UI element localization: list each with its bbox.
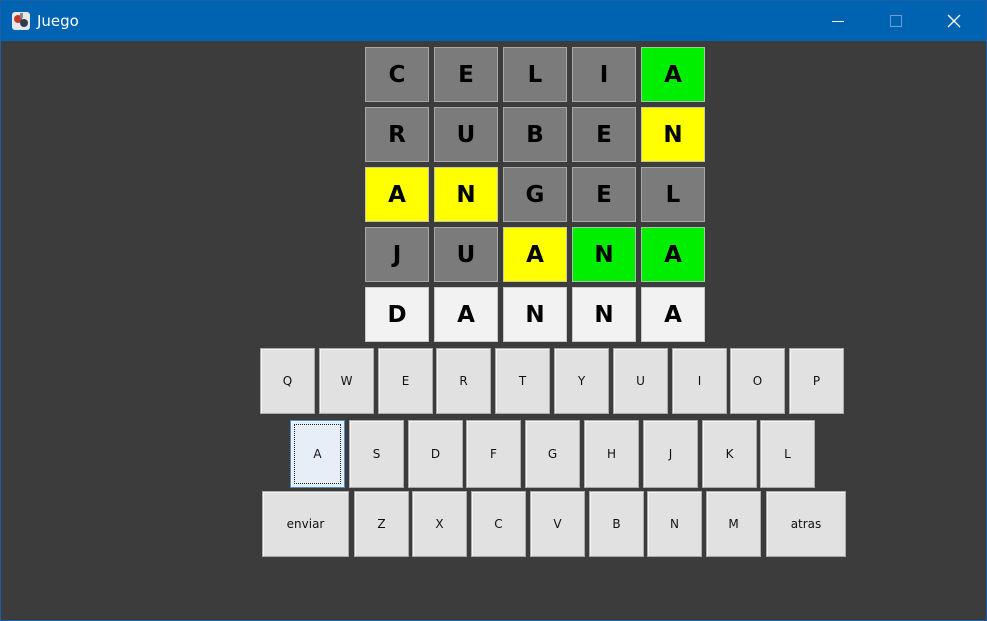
- board-tile: A: [641, 227, 705, 282]
- board-tile: N: [503, 287, 567, 342]
- board-tile: E: [572, 167, 636, 222]
- board-tile: A: [434, 287, 498, 342]
- key-k[interactable]: K: [702, 420, 757, 488]
- board-tile: J: [365, 227, 429, 282]
- board-tile: I: [572, 47, 636, 102]
- enviar-button[interactable]: enviar: [262, 491, 349, 557]
- key-m[interactable]: M: [706, 491, 761, 557]
- key-f[interactable]: F: [466, 420, 521, 488]
- title-bar[interactable]: Juego: [1, 1, 986, 41]
- board-tile: G: [503, 167, 567, 222]
- key-l[interactable]: L: [760, 420, 815, 488]
- key-e[interactable]: E: [378, 348, 433, 414]
- key-a[interactable]: A: [290, 420, 345, 488]
- board-tile: B: [503, 107, 567, 162]
- key-j[interactable]: J: [643, 420, 698, 488]
- key-y[interactable]: Y: [554, 348, 609, 414]
- app-icon: [11, 11, 31, 31]
- board-tile: N: [434, 167, 498, 222]
- game-window: Juego CELIARUBENANGELJUANADANNA QWERTYUI…: [0, 0, 987, 621]
- key-h[interactable]: H: [584, 420, 639, 488]
- key-z[interactable]: Z: [354, 491, 409, 557]
- board-tile: E: [434, 47, 498, 102]
- board-tile: A: [503, 227, 567, 282]
- minimize-icon: [832, 21, 844, 22]
- key-o[interactable]: O: [730, 348, 785, 414]
- board-tile: L: [503, 47, 567, 102]
- minimize-button[interactable]: [809, 1, 867, 41]
- maximize-icon: [890, 15, 902, 27]
- key-c[interactable]: C: [471, 491, 526, 557]
- board-tile: A: [641, 287, 705, 342]
- key-i[interactable]: I: [672, 348, 727, 414]
- key-s[interactable]: S: [349, 420, 404, 488]
- board-tile: C: [365, 47, 429, 102]
- board-tile: E: [572, 107, 636, 162]
- close-icon: [947, 14, 961, 28]
- board-tile: A: [365, 167, 429, 222]
- board-tile: L: [641, 167, 705, 222]
- board-tile: N: [572, 227, 636, 282]
- board-tile: U: [434, 107, 498, 162]
- key-p[interactable]: P: [789, 348, 844, 414]
- board-tile: A: [641, 47, 705, 102]
- board-tile: D: [365, 287, 429, 342]
- key-w[interactable]: W: [319, 348, 374, 414]
- board-tile: N: [641, 107, 705, 162]
- board-tile: R: [365, 107, 429, 162]
- board-tile: U: [434, 227, 498, 282]
- key-b[interactable]: B: [589, 491, 644, 557]
- board-tile: N: [572, 287, 636, 342]
- maximize-button[interactable]: [867, 1, 925, 41]
- key-n[interactable]: N: [647, 491, 702, 557]
- key-d[interactable]: D: [408, 420, 463, 488]
- atras-button[interactable]: atras: [766, 491, 846, 557]
- key-r[interactable]: R: [436, 348, 491, 414]
- key-v[interactable]: V: [530, 491, 585, 557]
- window-title: Juego: [37, 12, 79, 30]
- close-button[interactable]: [925, 1, 983, 41]
- key-q[interactable]: Q: [260, 348, 315, 414]
- key-u[interactable]: U: [613, 348, 668, 414]
- key-g[interactable]: G: [525, 420, 580, 488]
- key-x[interactable]: X: [412, 491, 467, 557]
- key-t[interactable]: T: [495, 348, 550, 414]
